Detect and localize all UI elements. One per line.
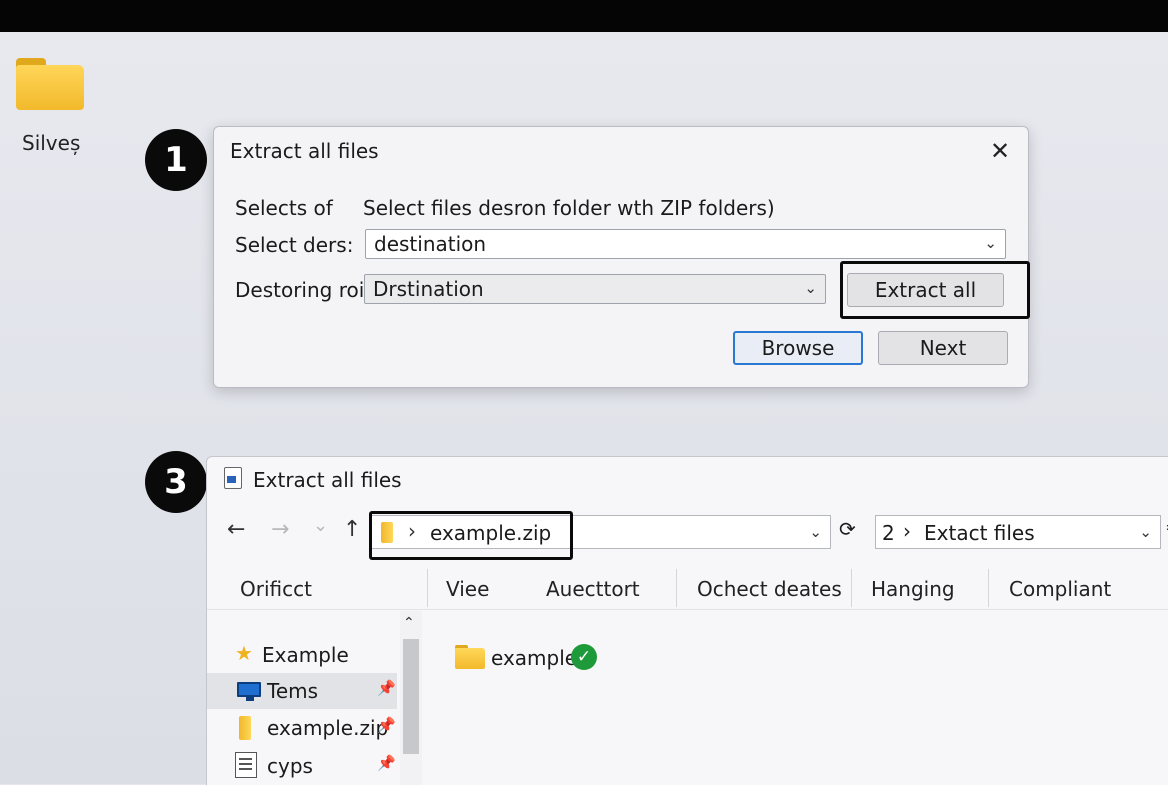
pin-icon: 📌 — [377, 679, 396, 697]
close-icon: ✕ — [989, 137, 1011, 165]
chevron-down-icon: ⌄ — [984, 234, 997, 252]
refresh-icon[interactable]: ⟳ — [839, 517, 856, 541]
column-divider[interactable] — [427, 569, 428, 607]
extract-dialog: Extract all files ✕ Selects of Select fi… — [213, 126, 1030, 388]
chevron-down-icon[interactable]: ⌄ — [809, 523, 822, 541]
zip-folder-icon — [239, 716, 251, 740]
nav-item-example-zip[interactable]: example.zip 📌 — [207, 710, 397, 746]
destoring-label: Destoring rois: — [235, 278, 382, 302]
window-title: Extract all files — [253, 468, 402, 492]
next-button[interactable]: Next — [878, 331, 1008, 365]
pin-icon: 📌 — [377, 754, 396, 772]
breadcrumb-number: 2 — [882, 521, 895, 545]
desktop-folder-label: Silveș — [22, 131, 81, 155]
explorer-window: Extract all files ← → ⌄ ↑ › example.zip … — [206, 456, 1168, 785]
selects-label: Selects of — [235, 196, 333, 220]
file-item-label: example — [491, 646, 578, 670]
nav-item-label: cyps — [267, 754, 313, 778]
recent-locations-button[interactable]: ⌄ — [313, 515, 328, 536]
address-highlight — [369, 511, 573, 560]
forward-button[interactable]: → — [271, 517, 289, 542]
star-icon: ★ — [235, 641, 253, 665]
chevron-up-icon[interactable]: ⌃ — [403, 615, 415, 631]
close-button[interactable]: ✕ — [986, 137, 1014, 165]
column-divider[interactable] — [676, 569, 677, 607]
drstination-combo-value: Drstination — [373, 277, 484, 301]
nav-item-cyps[interactable]: cyps 📌 — [207, 748, 397, 784]
chevron-down-icon[interactable]: ⌄ — [1139, 523, 1152, 541]
destination-combo[interactable]: destination ⌄ — [365, 229, 1006, 259]
screen-top-bezel — [0, 0, 1168, 32]
header-separator — [207, 609, 1168, 610]
dialog-title: Extract all files — [230, 139, 379, 163]
drstination-combo[interactable]: Drstination ⌄ — [364, 274, 826, 304]
up-button[interactable]: ↑ — [343, 517, 361, 542]
step-badge-1: 1 — [145, 129, 207, 191]
nav-item-example[interactable]: ★ Example — [207, 637, 397, 673]
nav-item-label: Example — [262, 643, 349, 667]
document-icon — [224, 467, 242, 489]
select-ders-label: Select ders: — [235, 233, 354, 257]
monitor-icon — [237, 682, 261, 701]
check-icon: ✓ — [571, 644, 597, 670]
nav-item-tems[interactable]: Tems 📌 — [207, 673, 397, 709]
scrollbar-thumb[interactable] — [403, 639, 419, 754]
column-header-1[interactable]: Orificct — [240, 577, 312, 601]
column-header-2[interactable]: Viee — [446, 577, 489, 601]
back-button[interactable]: ← — [227, 517, 245, 542]
folder-icon — [455, 648, 485, 669]
chevron-right-icon: › — [903, 519, 911, 543]
column-header-5[interactable]: Hanging — [871, 577, 955, 601]
step-badge-3: 3 — [145, 451, 207, 513]
breadcrumb-box[interactable]: 2 › Extact files ⌄ — [875, 515, 1161, 549]
column-header-4[interactable]: Ochect deates — [697, 577, 842, 601]
document-icon — [235, 752, 257, 778]
desktop-folder-icon[interactable] — [16, 58, 86, 110]
pin-icon: 📌 — [377, 716, 396, 734]
column-header-3[interactable]: Auecttort — [546, 577, 640, 601]
nav-item-label: Tems — [267, 679, 319, 703]
column-divider[interactable] — [988, 569, 989, 607]
column-header-6[interactable]: Compliant — [1009, 577, 1111, 601]
chevron-down-icon: ⌄ — [804, 279, 817, 297]
browse-button[interactable]: Browse — [733, 331, 863, 365]
selects-description: Select files desron folder wth ZIP folde… — [363, 196, 775, 220]
destination-combo-value: destination — [374, 232, 487, 256]
navigation-pane: ★ Example Tems 📌 example.zip 📌 cyps 📌 ⌃ — [207, 611, 422, 785]
nav-item-label: example.zip — [267, 716, 389, 740]
extract-all-highlight — [840, 261, 1030, 319]
file-item-example[interactable]: example ✓ — [455, 643, 615, 679]
breadcrumb-text: Extact files — [924, 521, 1035, 545]
column-divider[interactable] — [851, 569, 852, 607]
